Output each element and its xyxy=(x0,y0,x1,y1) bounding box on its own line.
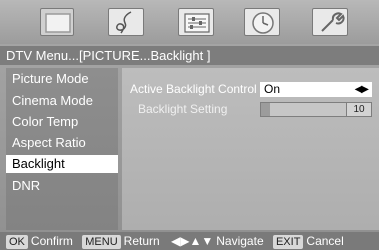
sidebar-item-backlight[interactable]: Backlight xyxy=(6,155,118,173)
picture-settings-icon xyxy=(184,13,210,33)
wrench-icon xyxy=(321,12,345,32)
tv-menu-screen: DTV Menu...[PICTURE...Backlight ] Pictur… xyxy=(0,0,379,250)
sidebar-item-dnr[interactable]: DNR xyxy=(6,177,118,195)
tab-time[interactable] xyxy=(244,8,280,36)
active-backlight-selector[interactable]: On ◀▶ xyxy=(260,82,372,97)
ok-key: OK xyxy=(6,235,28,249)
navigate-hint: Navigate xyxy=(216,234,264,248)
sidebar-item-aspect-ratio[interactable]: Aspect Ratio xyxy=(6,134,118,152)
sidebar-menu: Picture Mode Cinema Mode Color Temp Aspe… xyxy=(6,68,118,230)
tv-icon xyxy=(45,13,71,33)
sidebar-item-cinema-mode[interactable]: Cinema Mode xyxy=(6,92,118,110)
slider-fill xyxy=(261,103,270,116)
navigate-arrows-icon: ◀▶▲▼ xyxy=(171,234,214,248)
category-tab-bar xyxy=(0,0,379,44)
clock-icon xyxy=(252,12,274,34)
exit-hint: Cancel xyxy=(306,234,344,248)
active-backlight-label: Active Backlight Control xyxy=(130,82,257,96)
tab-picture[interactable] xyxy=(178,8,214,36)
backlight-setting-slider[interactable]: 10 xyxy=(260,102,372,117)
breadcrumb: DTV Menu...[PICTURE...Backlight ] xyxy=(0,46,379,65)
backlight-setting-label: Backlight Setting xyxy=(138,102,228,116)
menu-hint: Return xyxy=(123,234,160,248)
backlight-setting-value: 10 xyxy=(346,103,371,116)
settings-panel: Active Backlight Control On ◀▶ Backlight… xyxy=(122,68,379,230)
active-backlight-value: On xyxy=(264,82,281,96)
ok-hint: Confirm xyxy=(30,234,73,248)
sidebar-item-color-temp[interactable]: Color Temp xyxy=(6,113,118,131)
sidebar-item-picture-mode[interactable]: Picture Mode xyxy=(6,70,118,88)
menu-key: MENU xyxy=(82,235,121,249)
footer-hints: OK Confirm MENU Return ◀▶▲▼ Navigate EXIT Ca… xyxy=(0,232,379,250)
tab-tv[interactable] xyxy=(40,8,74,36)
tab-audio[interactable] xyxy=(108,8,144,36)
music-note-icon xyxy=(116,11,132,34)
exit-key: EXIT xyxy=(272,235,304,249)
left-right-arrows-icon: ◀▶ xyxy=(354,84,369,95)
tab-setup[interactable] xyxy=(312,8,348,36)
